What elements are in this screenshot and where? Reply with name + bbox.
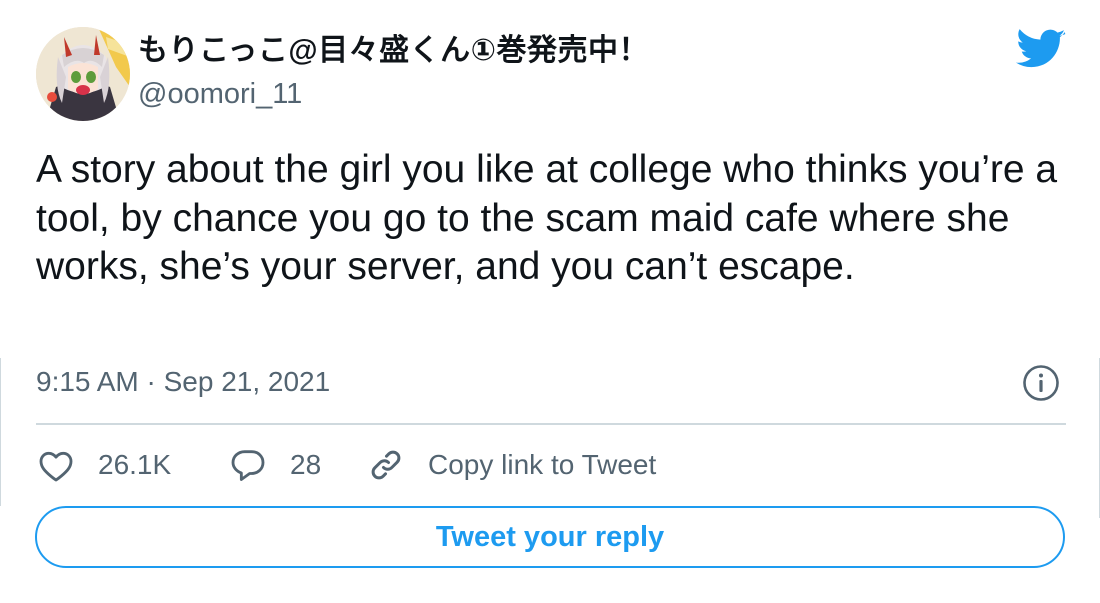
timestamp[interactable]: 9:15 AM · Sep 21, 2021 xyxy=(36,365,330,399)
reply-bubble-icon xyxy=(231,450,265,481)
copy-link-label: Copy link to Tweet xyxy=(428,449,657,480)
heart-icon xyxy=(39,451,73,482)
display-name[interactable]: もりこっこ@目々盛くん①巻発売中！ xyxy=(138,33,649,69)
avatar[interactable] xyxy=(36,27,130,121)
tweet-your-reply-button[interactable]: Tweet your reply xyxy=(35,506,1065,568)
twitter-bird-icon[interactable] xyxy=(1016,29,1066,71)
copy-link-button[interactable]: Copy link to Tweet xyxy=(366,444,656,486)
like-button[interactable]: 26.1K xyxy=(36,444,171,486)
left-edge-border xyxy=(0,358,1,506)
handle[interactable]: @oomori_11 xyxy=(138,77,302,111)
anime-girl-avatar xyxy=(36,27,130,121)
like-count: 26.1K xyxy=(98,449,172,480)
tweet-text: A story about the girl you like at colle… xyxy=(36,148,1058,288)
reply-count: 28 xyxy=(290,449,322,480)
reply-button[interactable]: 28 xyxy=(228,444,321,486)
link-icon xyxy=(371,450,401,480)
divider xyxy=(36,423,1066,425)
info-icon[interactable] xyxy=(1022,364,1060,402)
